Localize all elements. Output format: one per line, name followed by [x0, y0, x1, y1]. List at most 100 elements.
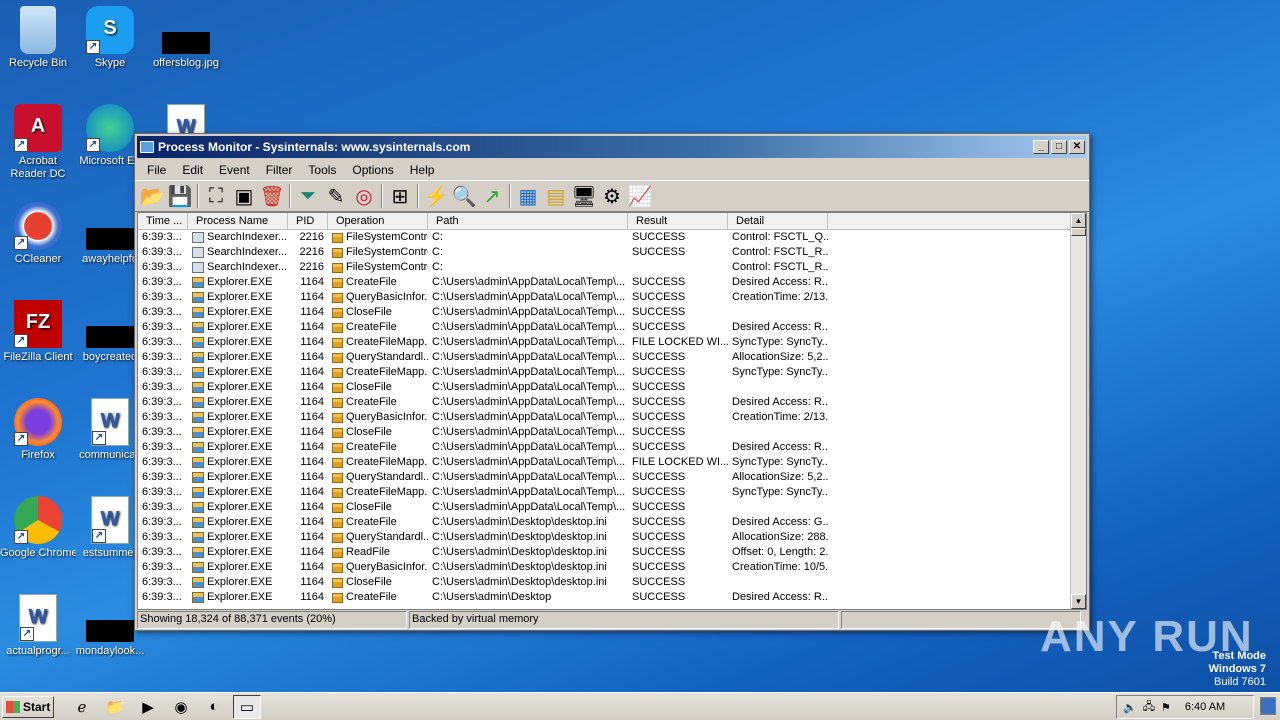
chrome-icon[interactable]: ◉: [167, 695, 195, 719]
explorer-process-icon: [192, 577, 204, 588]
target-icon[interactable]: ◎: [350, 182, 378, 210]
capture-icon[interactable]: ▣: [230, 182, 258, 210]
autoscroll-icon[interactable]: ⛶: [202, 182, 230, 210]
table-row[interactable]: 6:39:3... Explorer.EXE 1164 CloseFile C:\Use…: [138, 305, 1070, 320]
table-row[interactable]: 6:39:3... Explorer.EXE 1164 CreateFileMapp.…: [138, 455, 1070, 470]
table-row[interactable]: 6:39:3... Explorer.EXE 1164 CreateFile C:\Us…: [138, 590, 1070, 605]
registry-activity-icon[interactable]: ▦: [514, 182, 542, 210]
filter-icon[interactable]: ⏷: [294, 182, 322, 210]
table-row[interactable]: 6:39:3... Explorer.EXE 1164 CreateFile C:\Us…: [138, 395, 1070, 410]
desktop-item-11[interactable]: ↗ Google Chrome: [0, 496, 76, 560]
table-row[interactable]: 6:39:3... Explorer.EXE 1164 CloseFile C:\Use…: [138, 425, 1070, 440]
ie-icon[interactable]: ℯ: [68, 695, 96, 719]
file-activity-icon[interactable]: ▤: [542, 182, 570, 210]
table-row[interactable]: 6:39:3... Explorer.EXE 1164 CreateFileMapp.…: [138, 485, 1070, 500]
shortcut-arrow-icon: ↗: [14, 334, 28, 348]
menu-file[interactable]: File: [139, 163, 174, 177]
file-operation-icon: [332, 307, 343, 318]
menu-event[interactable]: Event: [211, 163, 258, 177]
action-center-flag-icon[interactable]: ⚑: [1161, 701, 1171, 714]
volume-icon[interactable]: 🔈: [1123, 701, 1137, 714]
desktop-item-1[interactable]: S ↗ Skype: [72, 6, 148, 70]
table-row[interactable]: 6:39:3... Explorer.EXE 1164 CreateFile C:\Us…: [138, 275, 1070, 290]
menu-filter[interactable]: Filter: [258, 163, 301, 177]
procmon-taskbar-icon[interactable]: ▭: [233, 694, 261, 719]
save-icon[interactable]: 💾: [166, 182, 194, 210]
scroll-down-icon[interactable]: ▼: [1071, 594, 1086, 609]
desktop-item-0[interactable]: Recycle Bin: [0, 6, 76, 70]
table-row[interactable]: 6:39:3... SearchIndexer.... 2216 FileSystem…: [138, 245, 1070, 260]
scroll-up-icon[interactable]: ▲: [1071, 213, 1086, 228]
desktop-item-5[interactable]: ↗ CCleaner: [0, 202, 76, 266]
desktop-item-7[interactable]: FZ ↗ FileZilla Client: [0, 300, 76, 364]
maximize-button[interactable]: □: [1051, 140, 1067, 154]
table-row[interactable]: 6:39:3... SearchIndexer.... 2216 FileSystem…: [138, 260, 1070, 275]
close-button[interactable]: ✕: [1069, 140, 1085, 154]
desktop-item-9[interactable]: ↗ Firefox: [0, 398, 76, 462]
menu-tools[interactable]: Tools: [300, 163, 344, 177]
table-row[interactable]: 6:39:3... Explorer.EXE 1164 ReadFile C:\User…: [138, 545, 1070, 560]
edge-icon[interactable]: ◐: [200, 695, 228, 719]
table-row[interactable]: 6:39:3... Explorer.EXE 1164 QueryStandardl.…: [138, 350, 1070, 365]
column-result[interactable]: Result: [628, 213, 728, 229]
column-detail[interactable]: Detail: [728, 213, 828, 229]
table-row[interactable]: 6:39:3... Explorer.EXE 1164 CreateFile C:\Us…: [138, 440, 1070, 455]
start-button[interactable]: Start: [2, 695, 54, 718]
toolbar-separator: [509, 184, 511, 208]
desktop-item-2[interactable]: offersblog.jpg: [148, 6, 224, 70]
network-icon[interactable]: 🖧: [1143, 698, 1155, 717]
show-desktop-button[interactable]: [1260, 697, 1276, 715]
column-operation[interactable]: Operation: [328, 213, 428, 229]
cell-time: 6:39:3...: [142, 471, 182, 483]
table-row[interactable]: 6:39:3... Explorer.EXE 1164 CreateFile C:\Us…: [138, 320, 1070, 335]
menu-edit[interactable]: Edit: [174, 163, 211, 177]
explorer-process-icon: [192, 292, 204, 303]
desktop-item-13[interactable]: W ↗ actualprogr...: [0, 594, 76, 658]
open-folder-icon[interactable]: 📂: [138, 182, 166, 210]
scroll-thumb[interactable]: [1071, 228, 1086, 236]
table-row[interactable]: 6:39:3... Explorer.EXE 1164 CreateFile C:\Us…: [138, 515, 1070, 530]
clear-trash-icon[interactable]: 🗑: [258, 182, 286, 210]
table-row[interactable]: 6:39:3... Explorer.EXE 1164 QueryBasicInfor…: [138, 290, 1070, 305]
media-player-icon[interactable]: ▶: [134, 695, 162, 719]
cell-result: SUCCESS: [632, 381, 686, 393]
column-pid[interactable]: PID: [288, 213, 328, 229]
table-row[interactable]: 6:39:3... Explorer.EXE 1164 QueryStandardl.…: [138, 470, 1070, 485]
menu-options[interactable]: Options: [344, 163, 401, 177]
table-row[interactable]: 6:39:3... Explorer.EXE 1164 CreateFileMapp.…: [138, 365, 1070, 380]
clock[interactable]: 6:40 AM: [1185, 701, 1225, 713]
table-row[interactable]: 6:39:3... SearchIndexer.... 2216 FileSystem…: [138, 230, 1070, 245]
table-row[interactable]: 6:39:3... Explorer.EXE 1164 CloseFile C:\Use…: [138, 380, 1070, 395]
table-row[interactable]: 6:39:3... Explorer.EXE 1164 QueryBasicInfor…: [138, 410, 1070, 425]
profiling-activity-icon[interactable]: 📈: [626, 182, 654, 210]
network-activity-icon[interactable]: 🖥: [570, 182, 598, 210]
process-tree-icon[interactable]: ⊞: [386, 182, 414, 210]
word-doc-icon: W ↗: [91, 398, 129, 446]
explorer-process-icon: [192, 367, 204, 378]
cell-result: SUCCESS: [632, 366, 686, 378]
process-name-text: Explorer.EXE: [207, 366, 273, 378]
highlight-edit-icon[interactable]: ✎: [322, 182, 350, 210]
minimize-button[interactable]: _: [1033, 140, 1049, 154]
lightning-icon[interactable]: ⚡: [422, 182, 450, 210]
column-path[interactable]: Path: [428, 213, 628, 229]
explorer-icon[interactable]: 📁: [101, 695, 129, 719]
menu-help[interactable]: Help: [402, 163, 443, 177]
desktop-item-3[interactable]: A ↗ Acrobat Reader DC: [0, 104, 76, 181]
jump-to-icon[interactable]: ↗: [478, 182, 506, 210]
table-row[interactable]: 6:39:3... Explorer.EXE 1164 QueryBasicInfor…: [138, 560, 1070, 575]
file-operation-icon: [332, 577, 343, 588]
vertical-scrollbar[interactable]: ▲ ▼: [1070, 213, 1086, 609]
cell-process-name: Explorer.EXE: [188, 425, 288, 440]
table-row[interactable]: 6:39:3... Explorer.EXE 1164 QueryStandardl.…: [138, 530, 1070, 545]
column-time[interactable]: Time ...: [138, 213, 188, 229]
title-bar[interactable]: Process Monitor - Sysinternals: www.sysi…: [137, 136, 1087, 158]
table-row[interactable]: 6:39:3... Explorer.EXE 1164 CloseFile C:\Use…: [138, 500, 1070, 515]
table-row[interactable]: 6:39:3... Explorer.EXE 1164 CreateFileMapp.…: [138, 335, 1070, 350]
cell-operation: CreateFile: [328, 395, 428, 410]
table-row[interactable]: 6:39:3... Explorer.EXE 1164 CloseFile C:\Use…: [138, 575, 1070, 590]
column-process-name[interactable]: Process Name: [188, 213, 288, 229]
cell-detail: SyncType: SyncTy...: [732, 486, 828, 498]
process-activity-icon[interactable]: ⚙: [598, 182, 626, 210]
find-icon[interactable]: 🔍: [450, 182, 478, 210]
